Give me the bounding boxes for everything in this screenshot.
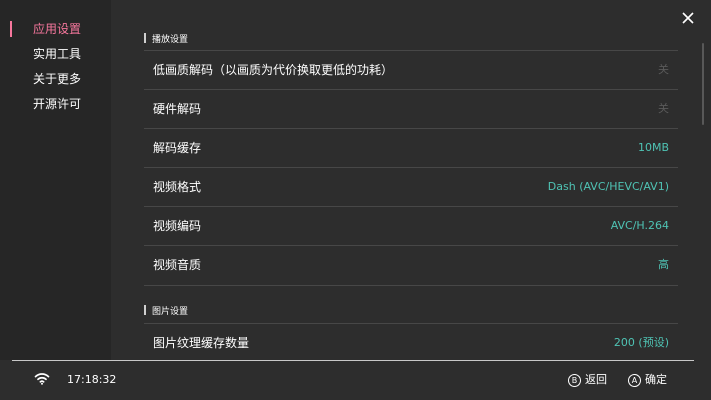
scrollbar[interactable] [702, 43, 704, 125]
sidebar-item-app-settings[interactable]: 应用设置 [33, 21, 81, 37]
setting-value: 200 (预设) [613, 336, 669, 349]
setting-row-video-format[interactable]: 视频格式 Dash (AVC/HEVC/AV1) [144, 167, 678, 207]
setting-label: 图片纹理缓存数量 [153, 336, 250, 350]
back-button[interactable]: B 返回 [568, 373, 607, 387]
section-bar [144, 33, 146, 43]
setting-value: 关 [658, 102, 669, 115]
setting-value: 10MB [637, 141, 669, 154]
setting-row-audio-quality[interactable]: 视频音质 高 [144, 245, 678, 286]
setting-value: 高 [658, 258, 669, 271]
sidebar: 应用设置 实用工具 关于更多 开源许可 [0, 0, 111, 360]
back-label: 返回 [585, 373, 607, 386]
setting-label: 低画质解码（以画质为代价换取更低的功耗） [153, 63, 394, 77]
confirm-label: 确定 [645, 373, 667, 386]
active-indicator [10, 21, 12, 37]
setting-row-decode-cache[interactable]: 解码缓存 10MB [144, 128, 678, 168]
footer-bar: 17:18:32 B 返回 A 确定 [0, 360, 711, 400]
setting-label: 解码缓存 [153, 141, 202, 155]
setting-label: 视频编码 [153, 219, 202, 233]
sidebar-item-licenses[interactable]: 开源许可 [33, 96, 81, 112]
setting-row-hardware-decode[interactable]: 硬件解码 关 [144, 89, 678, 129]
setting-label: 硬件解码 [153, 102, 202, 116]
setting-value: 关 [658, 63, 669, 76]
footer-divider [12, 360, 694, 361]
confirm-button[interactable]: A 确定 [628, 373, 667, 387]
wifi-icon [34, 373, 50, 385]
sidebar-item-tools[interactable]: 实用工具 [33, 46, 81, 62]
section-header-playback: 播放设置 [144, 33, 188, 47]
setting-label: 视频格式 [153, 180, 202, 194]
a-button-icon: A [628, 373, 641, 387]
settings-panel: 播放设置 低画质解码（以画质为代价换取更低的功耗） 关 硬件解码 关 解码缓存 … [111, 0, 711, 360]
section-title: 图片设置 [152, 307, 189, 317]
section-bar [144, 305, 146, 315]
sidebar-item-about[interactable]: 关于更多 [33, 71, 81, 87]
setting-label: 视频音质 [153, 258, 202, 272]
close-button[interactable] [678, 8, 698, 28]
setting-value: AVC/H.264 [610, 219, 669, 232]
b-button-icon: B [568, 373, 581, 387]
section-header-image: 图片设置 [144, 305, 188, 319]
setting-row-texture-cache[interactable]: 图片纹理缓存数量 200 (预设) [144, 323, 678, 360]
clock: 17:18:32 [67, 373, 117, 386]
setting-value: Dash (AVC/HEVC/AV1) [547, 180, 669, 193]
close-icon [682, 12, 694, 24]
section-title: 播放设置 [152, 35, 189, 45]
setting-row-low-quality-decode[interactable]: 低画质解码（以画质为代价换取更低的功耗） 关 [144, 50, 678, 90]
setting-row-video-codec[interactable]: 视频编码 AVC/H.264 [144, 206, 678, 246]
